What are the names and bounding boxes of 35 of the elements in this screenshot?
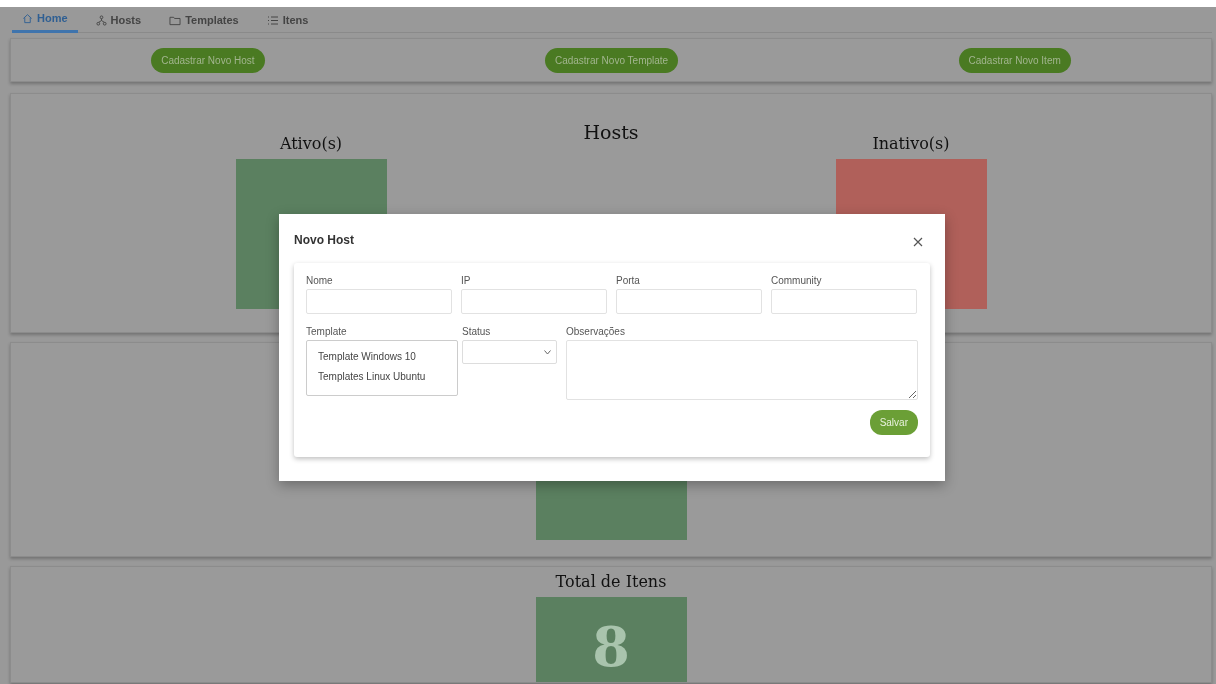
nav-tab[interactable]: Home xyxy=(12,7,78,33)
save-button[interactable]: Salvar xyxy=(869,410,918,435)
list-icon xyxy=(266,14,279,26)
input-field[interactable] xyxy=(616,289,762,314)
network-icon xyxy=(95,14,107,26)
nav-tab[interactable]: Hosts xyxy=(85,7,152,33)
template-option[interactable]: Template Windows 10 xyxy=(307,346,457,366)
register-button[interactable]: Cadastrar Novo Host xyxy=(151,47,265,73)
group-label: Inativo(s) xyxy=(872,134,950,154)
template-option[interactable]: Templates Linux Ubuntu xyxy=(307,366,457,386)
field-label: Nome xyxy=(306,274,334,288)
folder-icon xyxy=(169,14,182,26)
input-field[interactable] xyxy=(771,289,917,314)
status-select[interactable] xyxy=(462,340,557,364)
field-label: IP xyxy=(461,274,472,288)
home-icon xyxy=(22,13,33,24)
panel-title: Hosts xyxy=(582,120,640,142)
notes-textarea[interactable] xyxy=(566,340,918,400)
panel-title: Total de Itens xyxy=(554,572,668,592)
register-button[interactable]: Cadastrar Novo Template xyxy=(544,47,679,73)
chevron-down-icon xyxy=(544,349,551,355)
nav-tab[interactable]: Itens xyxy=(256,7,319,33)
input-field[interactable] xyxy=(461,289,607,314)
item-count: 8 xyxy=(592,619,630,681)
group-label: Ativo(s) xyxy=(279,134,343,154)
nav-tab[interactable]: Templates xyxy=(159,7,249,33)
field-label: Status xyxy=(462,325,492,339)
input-field[interactable] xyxy=(306,289,452,314)
modal-title: Novo Host xyxy=(294,232,354,249)
field-label: Observações xyxy=(566,325,626,339)
template-listbox[interactable]: Template Windows 10 Templates Linux Ubuntu xyxy=(306,340,458,396)
field-label: Community xyxy=(771,274,823,288)
field-label: Porta xyxy=(616,274,641,288)
register-button[interactable]: Cadastrar Novo Item xyxy=(958,47,1071,73)
field-label: Template xyxy=(306,325,348,339)
